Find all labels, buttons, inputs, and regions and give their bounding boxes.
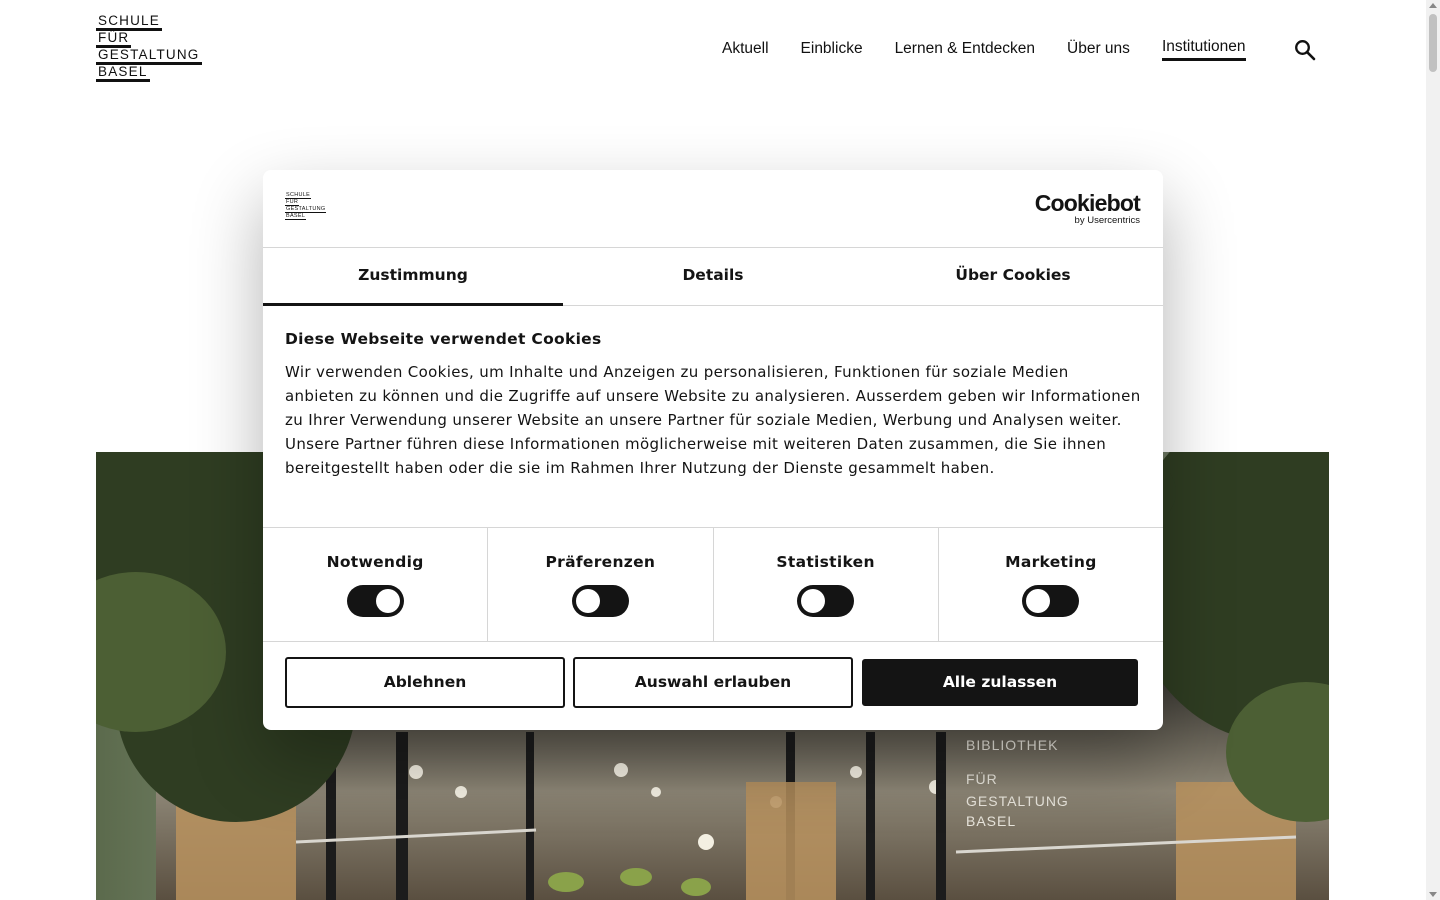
cookie-categories: Notwendig Präferenzen Statistiken Market… bbox=[263, 528, 1163, 642]
category-notwendig: Notwendig bbox=[263, 528, 489, 641]
tab-zustimmung[interactable]: Zustimmung bbox=[263, 248, 563, 306]
main-nav: Aktuell Einblicke Lernen & Entdecken Übe… bbox=[722, 38, 1278, 61]
category-label: Notwendig bbox=[326, 553, 424, 571]
category-praeferenzen: Präferenzen bbox=[488, 528, 714, 641]
dialog-title: Diese Webseite verwendet Cookies bbox=[285, 330, 602, 348]
statistiken-toggle[interactable] bbox=[797, 585, 855, 617]
scrollbar-thumb[interactable] bbox=[1429, 14, 1437, 72]
dialog-tabs: Zustimmung Details Über Cookies bbox=[263, 248, 1163, 306]
category-label: Präferenzen bbox=[545, 553, 656, 571]
logo-line: FÜR bbox=[96, 31, 132, 48]
nav-einblicke[interactable]: Einblicke bbox=[801, 40, 863, 60]
sign-line: BASEL bbox=[966, 813, 1016, 829]
marketing-toggle[interactable] bbox=[1022, 585, 1080, 617]
cookie-consent-dialog: SCHULE FÜR GESTALTUNG BASEL Cookiebot by… bbox=[263, 170, 1163, 730]
logo-line: GESTALTUNG bbox=[285, 206, 327, 213]
nav-lernen-entdecken[interactable]: Lernen & Entdecken bbox=[895, 40, 1035, 60]
category-label: Statistiken bbox=[776, 553, 875, 571]
toggle-knob bbox=[375, 589, 400, 613]
tab-ueber-cookies[interactable]: Über Cookies bbox=[863, 248, 1163, 305]
reject-button[interactable]: Ablehnen bbox=[285, 657, 565, 708]
logo-line: SCHULE bbox=[285, 192, 312, 199]
scroll-down-arrow-icon[interactable] bbox=[1429, 892, 1437, 897]
allow-all-button[interactable]: Alle zulassen bbox=[862, 659, 1138, 706]
notwendig-toggle[interactable] bbox=[346, 585, 404, 617]
page-scrollbar[interactable] bbox=[1426, 0, 1440, 900]
site-logo[interactable]: SCHULE FÜR GESTALTUNG BASEL bbox=[96, 14, 202, 82]
nav-ueber-uns[interactable]: Über uns bbox=[1067, 40, 1130, 60]
tab-details[interactable]: Details bbox=[563, 248, 863, 305]
dialog-buttons: Ablehnen Auswahl erlauben Alle zulassen bbox=[263, 642, 1163, 708]
category-marketing: Marketing bbox=[939, 528, 1163, 641]
toggle-knob bbox=[801, 589, 826, 613]
cookiebot-brand: Cookiebot bbox=[1034, 190, 1141, 216]
nav-institutionen[interactable]: Institutionen bbox=[1161, 38, 1246, 61]
logo-line: BASEL bbox=[285, 213, 307, 220]
dialog-body: Diese Webseite verwendet Cookies Wir ver… bbox=[263, 306, 1163, 528]
sign-line: GESTALTUNG bbox=[966, 793, 1069, 809]
category-statistiken: Statistiken bbox=[714, 528, 939, 641]
dialog-header: SCHULE FÜR GESTALTUNG BASEL Cookiebot by… bbox=[263, 170, 1163, 248]
category-label: Marketing bbox=[1005, 553, 1097, 571]
search-icon[interactable] bbox=[1294, 39, 1316, 61]
logo-line: FÜR bbox=[285, 199, 300, 206]
allow-selection-button[interactable]: Auswahl erlauben bbox=[573, 657, 853, 708]
logo-line: GESTALTUNG bbox=[96, 48, 202, 65]
logo-line: SCHULE bbox=[96, 14, 162, 31]
toggle-knob bbox=[1026, 589, 1051, 613]
toggle-knob bbox=[575, 589, 600, 613]
cookiebot-brand-sub: by Usercentrics bbox=[1074, 215, 1140, 226]
cookiebot-logo[interactable]: Cookiebot by Usercentrics bbox=[1034, 190, 1141, 227]
dialog-site-logo: SCHULE FÜR GESTALTUNG BASEL bbox=[285, 192, 327, 220]
logo-line: BASEL bbox=[96, 65, 150, 82]
scroll-up-arrow-icon[interactable] bbox=[1429, 3, 1437, 8]
praeferenzen-toggle[interactable] bbox=[571, 585, 629, 617]
sign-line: FÜR bbox=[966, 770, 998, 787]
sign-line: BIBLIOTHEK bbox=[966, 737, 1058, 753]
dialog-text: Wir verwenden Cookies, um Inhalte und An… bbox=[285, 363, 1141, 477]
nav-aktuell[interactable]: Aktuell bbox=[722, 40, 769, 60]
